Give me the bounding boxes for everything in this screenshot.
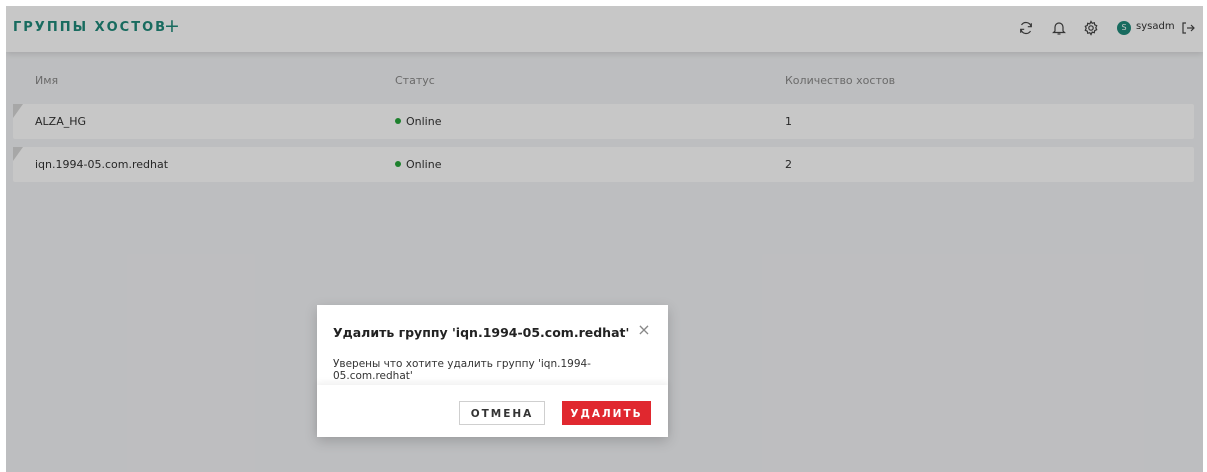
delete-group-dialog: Удалить группу 'iqn.1994-05.com.redhat' … <box>317 305 668 437</box>
dialog-footer: ОТМЕНА УДАЛИТЬ <box>317 385 668 437</box>
cancel-button[interactable]: ОТМЕНА <box>459 401 545 425</box>
dialog-title: Удалить группу 'iqn.1994-05.com.redhat' <box>333 325 630 340</box>
close-icon[interactable]: × <box>635 321 653 339</box>
delete-button[interactable]: УДАЛИТЬ <box>562 401 651 425</box>
dialog-message: Уверены что хотите удалить группу 'iqn.1… <box>333 358 591 382</box>
